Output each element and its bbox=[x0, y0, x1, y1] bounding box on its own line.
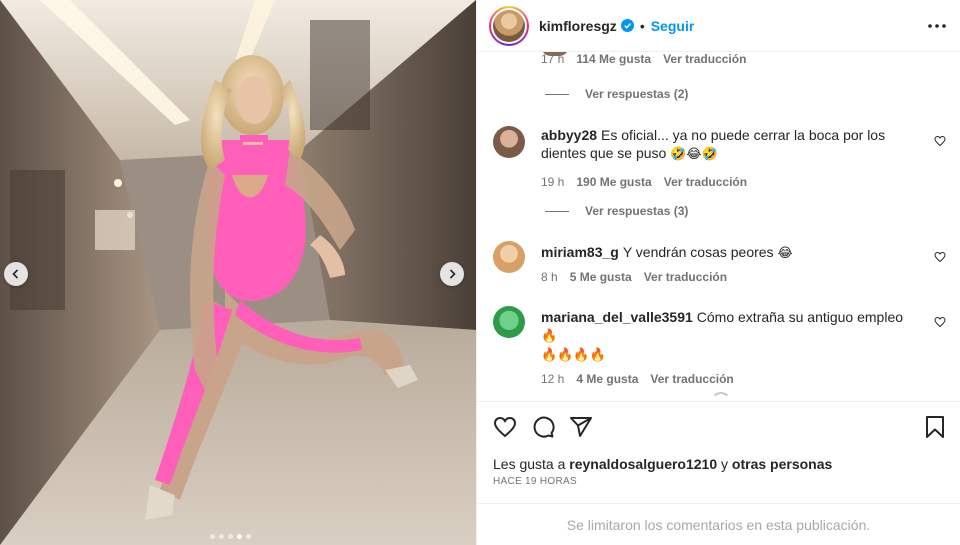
comment-username[interactable]: mariana_del_valle3591 bbox=[541, 309, 693, 325]
liked-by-text: Les gusta a reynaldosalguero1210 y otras… bbox=[493, 456, 946, 472]
comment-likes[interactable]: 4 Me gusta bbox=[576, 370, 638, 388]
comment-emoji: 🤣😂🤣 bbox=[670, 146, 718, 161]
comments-list[interactable]: 17 h 114 Me gusta Ver traducción Ver res… bbox=[477, 52, 960, 401]
translate-link[interactable]: Ver traducción bbox=[663, 52, 746, 66]
post-header: kimfloresgz • Seguir bbox=[477, 0, 960, 52]
chevron-left-icon bbox=[12, 269, 19, 279]
comment-like-icon[interactable] bbox=[934, 315, 946, 333]
comment-emoji: 🔥 bbox=[541, 328, 558, 343]
share-icon[interactable] bbox=[569, 415, 593, 439]
header-separator: • bbox=[639, 17, 645, 34]
author-username[interactable]: kimfloresgz bbox=[539, 18, 617, 34]
post-photo bbox=[0, 0, 476, 545]
chevron-right-icon bbox=[449, 269, 456, 279]
comment-likes[interactable]: 5 Me gusta bbox=[570, 268, 632, 286]
verified-badge-icon bbox=[620, 19, 634, 32]
comment-username[interactable]: abbyy28 bbox=[541, 127, 597, 143]
comment-username[interactable]: miriam83_g bbox=[541, 244, 619, 260]
comment-time: 8 h bbox=[541, 270, 558, 284]
more-options-icon[interactable] bbox=[928, 23, 946, 28]
carousel-dot bbox=[246, 534, 251, 539]
view-replies-button[interactable]: Ver respuestas (3) bbox=[545, 204, 688, 218]
liked-by-others[interactable]: otras personas bbox=[732, 456, 832, 472]
view-replies-label: Ver respuestas (2) bbox=[585, 87, 689, 101]
comment-avatar[interactable] bbox=[493, 241, 525, 273]
post-panel: kimfloresgz • Seguir 17 h 114 Me gusta V… bbox=[476, 0, 960, 545]
comment-text: Y vendrán cosas peores bbox=[622, 244, 774, 260]
carousel-dot bbox=[237, 534, 242, 539]
carousel-prev-button[interactable] bbox=[4, 262, 28, 286]
comment-time: 19 h bbox=[541, 175, 565, 189]
liked-by-user[interactable]: reynaldosalguero1210 bbox=[569, 456, 717, 472]
comment-meta: 19 h 190 Me gusta Ver traducción bbox=[541, 173, 916, 191]
follow-button[interactable]: Seguir bbox=[651, 18, 695, 34]
translate-link[interactable]: Ver traducción bbox=[664, 173, 747, 191]
bookmark-icon[interactable] bbox=[924, 415, 946, 439]
carousel-dot bbox=[219, 534, 224, 539]
carousel-dot bbox=[228, 534, 233, 539]
comment-icon[interactable] bbox=[531, 415, 555, 439]
heart-icon[interactable] bbox=[493, 415, 517, 439]
carousel-dot bbox=[210, 534, 215, 539]
comment-time: 12 h bbox=[541, 372, 565, 386]
view-replies-button[interactable]: Ver respuestas (2) bbox=[545, 87, 688, 101]
carousel-next-button[interactable] bbox=[440, 262, 464, 286]
comment-emoji: 😂 bbox=[777, 245, 793, 260]
view-replies-label: Ver respuestas (3) bbox=[585, 204, 689, 218]
liked-by-prefix: Les gusta a bbox=[493, 456, 566, 472]
loading-spinner-icon bbox=[711, 392, 731, 401]
translate-link[interactable]: Ver traducción bbox=[644, 268, 727, 286]
post-media bbox=[0, 0, 476, 545]
translate-link[interactable]: Ver traducción bbox=[650, 370, 733, 388]
comment-meta: 17 h 114 Me gusta Ver traducción bbox=[541, 52, 746, 66]
comment-likes[interactable]: 190 Me gusta bbox=[576, 173, 651, 191]
comment-like-icon[interactable] bbox=[934, 134, 946, 152]
comment-time: 17 h bbox=[541, 52, 565, 66]
comment-avatar[interactable] bbox=[493, 306, 525, 338]
post-time[interactable]: HACE 19 HORAS bbox=[493, 476, 946, 487]
liked-by-suffix: y bbox=[721, 456, 729, 472]
comment-emoji-line: 🔥🔥🔥🔥 bbox=[541, 347, 606, 362]
comment-item: abbyy28 Es oficial... ya no puede cerrar … bbox=[493, 126, 946, 191]
comment-item: mariana_del_valle3591 Cómo extraña su ant… bbox=[493, 306, 946, 388]
comments-limited-notice: Se limitaron los comentarios en esta pub… bbox=[477, 503, 960, 545]
comment-text: Cómo extraña su antiguo empleo bbox=[696, 309, 904, 325]
comment-avatar[interactable] bbox=[493, 126, 525, 158]
author-avatar[interactable] bbox=[489, 5, 529, 46]
comment-meta: 12 h 4 Me gusta Ver traducción bbox=[541, 370, 916, 388]
post-actions: Les gusta a reynaldosalguero1210 y otras… bbox=[477, 401, 960, 505]
carousel-dots bbox=[210, 534, 251, 539]
comment-meta: 8 h 5 Me gusta Ver traducción bbox=[541, 268, 946, 286]
comment-item: miriam83_g Y vendrán cosas peores 😂 8 h 5… bbox=[493, 241, 946, 286]
comment-like-icon[interactable] bbox=[934, 250, 946, 268]
comment-likes[interactable]: 114 Me gusta bbox=[576, 52, 651, 66]
